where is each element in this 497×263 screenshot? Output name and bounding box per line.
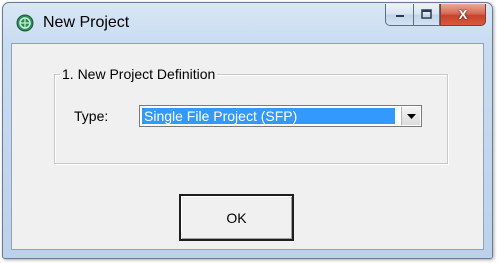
chevron-down-icon (406, 107, 416, 125)
type-label: Type: (74, 108, 109, 124)
dialog-client-area: 1. New Project Definition Type: Single F… (11, 43, 484, 250)
caption-buttons: X (385, 4, 486, 26)
type-dropdown[interactable]: Single File Project (SFP) (139, 105, 422, 127)
minimize-button[interactable] (385, 4, 413, 26)
group-legend: 1. New Project Definition (60, 66, 218, 82)
new-project-dialog: New Project X 1. New Project Definition … (2, 2, 493, 259)
ok-button[interactable]: OK (179, 194, 294, 241)
type-selected-value[interactable]: Single File Project (SFP) (142, 108, 395, 124)
close-icon: X (458, 7, 468, 22)
title-bar[interactable]: New Project X (3, 3, 492, 43)
maximize-icon (421, 8, 432, 21)
window-title: New Project (43, 14, 130, 31)
minimize-icon (395, 8, 405, 21)
close-button[interactable]: X (440, 4, 486, 26)
dropdown-arrow-button[interactable] (401, 107, 420, 125)
maximize-button[interactable] (413, 4, 440, 26)
globe-app-icon (16, 14, 34, 32)
